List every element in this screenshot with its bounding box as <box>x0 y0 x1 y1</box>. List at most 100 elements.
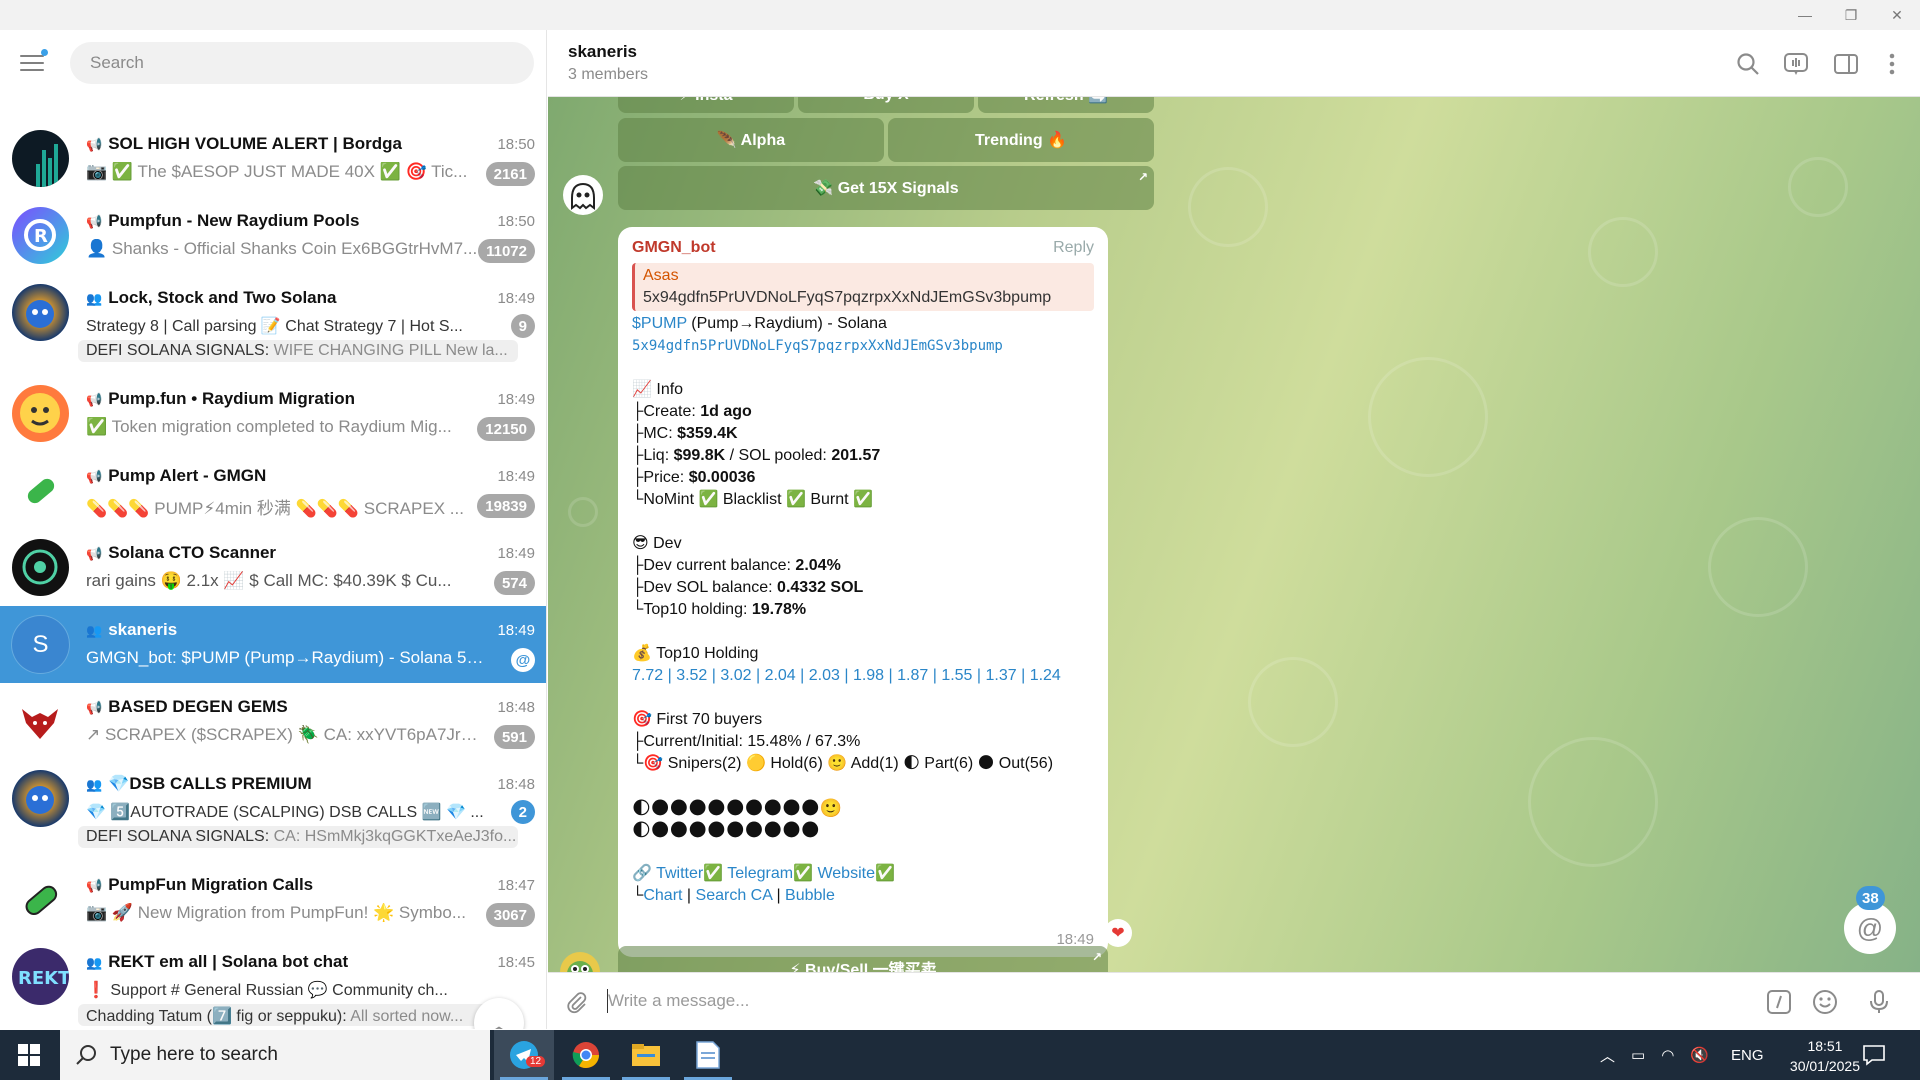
message-sender[interactable]: GMGN_bot <box>632 237 1094 259</box>
buyer-dots-row2: 🌓🌑🌑🌑🌑🌑🌑🌑🌑🌑 <box>632 820 820 840</box>
unread-badge: 19839 <box>477 494 535 518</box>
bot-commands-icon[interactable] <box>1764 987 1794 1017</box>
emoji-icon[interactable] <box>1810 987 1840 1017</box>
chat-item-solana-cto-scanner[interactable]: 📢 Solana CTO Scanner 18:49 rari gains 🤑 2… <box>0 529 546 606</box>
mc-line: ├MC: $359.4K <box>632 425 738 442</box>
chevron-up-icon[interactable]: ︿ <box>1600 1045 1615 1066</box>
create-line: ├Create: 1d ago <box>632 403 752 420</box>
chat-main: skaneris 3 members ⚡ Insta Buy X Refresh… <box>548 30 1920 1029</box>
chat-item-lock-stock[interactable]: 👥 Lock, Stock and Two Solana 18:49 Strate… <box>0 274 546 375</box>
document-taskbar-icon[interactable] <box>678 1030 738 1080</box>
chat-time: 18:48 <box>497 699 535 716</box>
liq-line: ├Liq: $99.8K / SOL pooled: 201.57 <box>632 447 881 464</box>
ratio-line: ├Current/Initial: 15.48% / 67.3% <box>632 733 861 750</box>
sidebar-toggle-icon[interactable] <box>1832 50 1860 78</box>
chat-item-dsb-calls-premium[interactable]: 👥 💎DSB CALLS PREMIUM 18:48 💎 5️⃣AUTOTRADE… <box>0 760 546 861</box>
avatar <box>12 462 69 519</box>
buy-sell-button[interactable]: ⚡ Buy/Sell 一键买卖 ↗ <box>618 946 1108 972</box>
chat-preview: DEFI SOLANA SIGNALS: WIFE CHANGING PILL … <box>78 340 518 362</box>
telegram-link[interactable]: Telegram <box>727 865 793 882</box>
unread-badge: 9 <box>510 314 535 338</box>
chrome-taskbar-icon[interactable] <box>556 1030 616 1080</box>
clock[interactable]: 18:51 30/01/2025 <box>1790 1036 1860 1076</box>
avatar <box>12 770 69 827</box>
chat-sidebar: Search 📢 SOL HIGH VOLUME ALERT | Bordga 1… <box>0 30 547 1029</box>
chat-title: 📢 Solana CTO Scanner <box>86 543 277 562</box>
wifi-icon[interactable]: ◠ <box>1661 1046 1674 1064</box>
insta-button[interactable]: ⚡ Insta <box>618 97 794 113</box>
live-stream-icon[interactable] <box>1782 50 1810 78</box>
buy-x-button[interactable]: Buy X <box>798 97 974 113</box>
chat-time: 18:50 <box>497 136 535 153</box>
menu-icon[interactable] <box>20 49 48 73</box>
telegram-taskbar-icon[interactable]: 12 <box>494 1030 554 1080</box>
file-explorer-taskbar-icon[interactable] <box>616 1030 676 1080</box>
chart-link[interactable]: Chart <box>643 887 682 904</box>
unread-badge: 2161 <box>485 162 535 186</box>
reply-button[interactable]: Reply <box>1053 237 1094 259</box>
windows-start-button[interactable] <box>0 1030 58 1080</box>
search-input[interactable]: Search <box>70 42 534 84</box>
search-icon <box>76 1045 96 1065</box>
chat-preview: DEFI SOLANA SIGNALS: CA: HSmMkj3kqGGKTxe… <box>78 826 518 848</box>
chat-item-pumpfun-raydium-pools[interactable]: R 📢 Pumpfun - New Raydium Pools 18:50 👤 S… <box>0 197 546 274</box>
taskbar-search-placeholder: Type here to search <box>110 1044 278 1065</box>
trending-button[interactable]: Trending 🔥 <box>888 118 1154 162</box>
minimize-button[interactable]: — <box>1782 0 1828 30</box>
chat-item-pumpfun-raydium-migration[interactable]: 📢 Pump.fun • Raydium Migration 18:49 ✅ To… <box>0 375 546 452</box>
taskbar-search[interactable]: Type here to search <box>60 1030 490 1080</box>
bot-avatar[interactable] <box>563 175 603 215</box>
info-heading: 📈 Info <box>632 381 684 398</box>
token-link[interactable]: $PUMP <box>632 315 687 332</box>
chat-time: 18:49 <box>497 468 535 485</box>
system-tray: ︿ ▭ ◠ 🔇 ENG <box>1600 1030 1764 1080</box>
restore-button[interactable]: ❐ <box>1828 0 1874 30</box>
chat-title: 👥 REKT em all | Solana bot chat <box>86 952 349 971</box>
language-indicator[interactable]: ENG <box>1731 1047 1764 1064</box>
chat-item-based-degen-gems[interactable]: 📢 BASED DEGEN GEMS 18:48 ↗ SCRAPEX ($SCRA… <box>0 683 546 760</box>
snipers-line: └🎯 Snipers(2) 🟡 Hold(6) 🙂 Add(1) 🌓 Part(… <box>632 755 1054 772</box>
buyer-dots-row1: 🌓🌑🌑🌑🌑🌑🌑🌑🌑🌑🙂 <box>632 798 843 818</box>
microphone-icon[interactable] <box>1864 987 1894 1017</box>
bubble-link[interactable]: Bubble <box>785 887 835 904</box>
chat-item-pumpfun-migration-calls[interactable]: 📢 PumpFun Migration Calls 18:47 📷 🚀 New M… <box>0 861 546 938</box>
chat-item-partial[interactable] <box>0 108 546 120</box>
holding-values[interactable]: 7.72 | 3.52 | 3.02 | 2.04 | 2.03 | 1.98 … <box>632 665 1094 687</box>
attach-icon[interactable] <box>562 987 592 1017</box>
avatar <box>12 385 69 442</box>
chat-time: 18:50 <box>497 213 535 230</box>
member-count: 3 members <box>568 66 649 83</box>
at-sign-icon: @ <box>1856 912 1884 943</box>
buyers-heading: 🎯 First 70 buyers <box>632 711 763 728</box>
close-button[interactable]: ✕ <box>1874 0 1920 30</box>
external-link-icon: ↗ <box>1137 170 1148 184</box>
website-link[interactable]: Website <box>817 865 875 882</box>
notifications-icon[interactable] <box>1862 1030 1886 1080</box>
refresh-button[interactable]: Refresh 🔄 <box>978 97 1154 113</box>
chat-item-pump-alert-gmgn[interactable]: 📢 Pump Alert - GMGN 18:49 💊💊💊 PUMP⚡4min 秒… <box>0 452 546 529</box>
search-icon[interactable] <box>1734 50 1762 78</box>
get-signals-button[interactable]: 💸 Get 15X Signals ↗ <box>618 166 1154 210</box>
alpha-button[interactable]: 🪶 Alpha <box>618 118 884 162</box>
dev-balance-line: ├Dev current balance: 2.04% <box>632 557 841 574</box>
chat-header[interactable]: skaneris 3 members <box>548 30 1920 97</box>
chat-item-sol-high-volume[interactable]: 📢 SOL HIGH VOLUME ALERT | Bordga 18:50 📷 … <box>0 120 546 197</box>
message-bubble[interactable]: GMGN_bot Reply Asas 5x94gdfn5PrUVDNoLFyq… <box>618 227 1108 957</box>
chat-item-rekt-em-all[interactable]: REKT 👥 REKT em all | Solana bot chat 18:4… <box>0 938 546 1029</box>
chat-title: 📢 Pump.fun • Raydium Migration <box>86 389 355 408</box>
contract-address[interactable]: 5x94gdfn5PrUVDNoLFyqS7pqzrpxXxNdJEmGSv3b… <box>632 335 1094 357</box>
reply-quote[interactable]: Asas 5x94gdfn5PrUVDNoLFyqS7pqzrpxXxNdJEm… <box>632 263 1094 311</box>
chat-item-skaneris[interactable]: S 👥 skaneris 18:49 GMGN_bot: $PUMP (Pump→… <box>0 606 546 683</box>
search-ca-link[interactable]: Search CA <box>696 887 772 904</box>
battery-icon[interactable]: ▭ <box>1631 1046 1645 1064</box>
volume-muted-icon[interactable]: 🔇 <box>1690 1046 1709 1064</box>
top10-line: └Top10 holding: 19.78% <box>632 601 807 618</box>
chat-title: 👥 Lock, Stock and Two Solana <box>86 288 337 307</box>
user-avatar[interactable] <box>560 952 600 972</box>
chat-preview: ✅ Token migration completed to Raydium M… <box>86 417 452 436</box>
more-options-icon[interactable] <box>1878 50 1906 78</box>
heart-reaction[interactable]: ❤ <box>1104 919 1132 947</box>
twitter-link[interactable]: Twitter <box>656 865 703 882</box>
message-input[interactable]: Write a message... <box>608 991 749 1011</box>
clock-time: 18:51 <box>1807 1038 1843 1054</box>
